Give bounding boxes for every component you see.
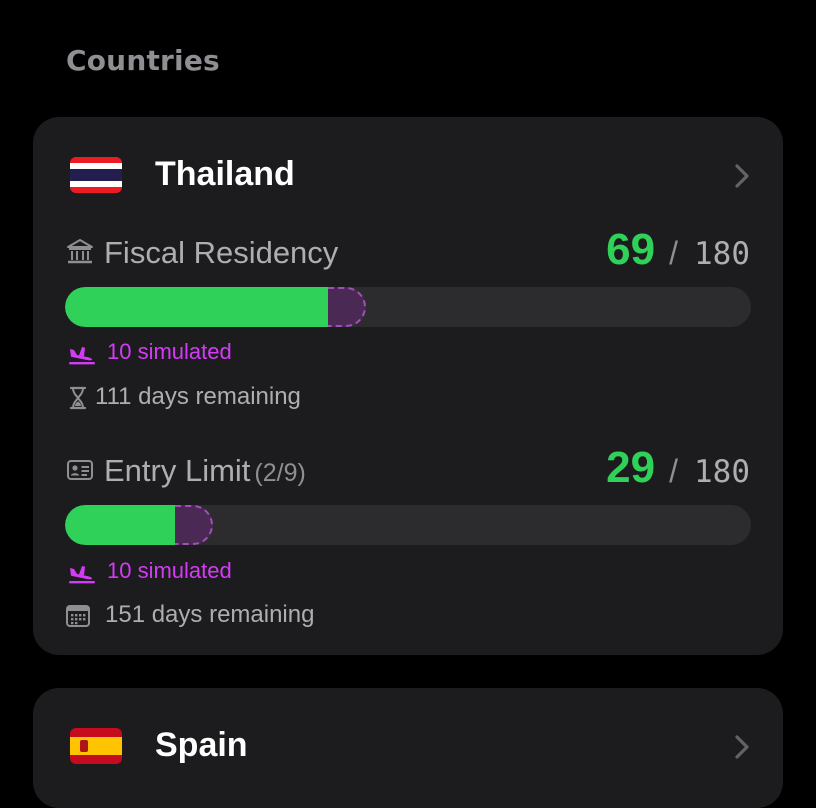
remaining-text: 111 days remaining — [95, 383, 301, 410]
thailand-flag-icon — [70, 157, 122, 193]
progress-fill — [65, 287, 328, 327]
progress-bar-fiscal-residency — [65, 287, 751, 327]
chevron-right-icon[interactable] — [731, 732, 753, 762]
metric-label: Entry Limit (2/9) — [104, 453, 306, 489]
country-header[interactable]: Spain — [33, 688, 783, 806]
metric-label: Fiscal Residency — [104, 235, 338, 271]
calendar-icon — [65, 603, 91, 629]
metric-max: 180 — [694, 236, 750, 272]
country-name: Thailand — [155, 155, 295, 193]
progress-bar-entry-limit — [65, 505, 751, 545]
metric-count: 69 / 180 — [606, 225, 750, 275]
metric-label-text: Fiscal Residency — [104, 235, 339, 270]
country-card-spain[interactable]: Spain — [33, 688, 783, 808]
metric-value: 29 — [606, 443, 656, 492]
id-card-icon — [66, 456, 94, 484]
spain-flag-icon — [70, 728, 122, 764]
progress-fill — [65, 505, 175, 545]
metric-sublabel: (2/9) — [254, 459, 306, 487]
bank-icon — [66, 238, 94, 266]
metric-max: 180 — [694, 454, 750, 490]
airplane-landing-icon — [67, 341, 97, 365]
country-header[interactable]: Thailand — [33, 117, 783, 235]
metric-label-text: Entry Limit — [104, 453, 251, 488]
remaining-row: 111 days remaining — [33, 383, 783, 415]
metric-value: 69 — [606, 225, 656, 274]
hourglass-icon — [65, 385, 91, 411]
metric-fiscal-residency: Fiscal Residency 69 / 180 — [33, 225, 783, 275]
simulated-text: 10 simulated — [107, 558, 232, 583]
remaining-row: 151 days remaining — [33, 601, 783, 633]
remaining-text: 151 days remaining — [105, 601, 315, 628]
progress-simulated-segment — [175, 505, 213, 545]
country-card-thailand[interactable]: Thailand Fiscal Residency 69 / 180 10 si… — [33, 117, 783, 655]
metric-entry-limit: Entry Limit (2/9) 29 / 180 — [33, 443, 783, 493]
chevron-right-icon[interactable] — [731, 161, 753, 191]
simulated-text: 10 simulated — [107, 339, 232, 364]
metric-separator: / — [669, 453, 678, 489]
metric-count: 29 / 180 — [606, 443, 750, 493]
simulated-row: 10 simulated — [33, 558, 783, 588]
section-title: Countries — [66, 44, 220, 77]
progress-simulated-segment — [328, 287, 366, 327]
simulated-row: 10 simulated — [33, 339, 783, 369]
airplane-landing-icon — [67, 560, 97, 584]
country-name: Spain — [155, 726, 248, 764]
metric-separator: / — [669, 235, 678, 271]
